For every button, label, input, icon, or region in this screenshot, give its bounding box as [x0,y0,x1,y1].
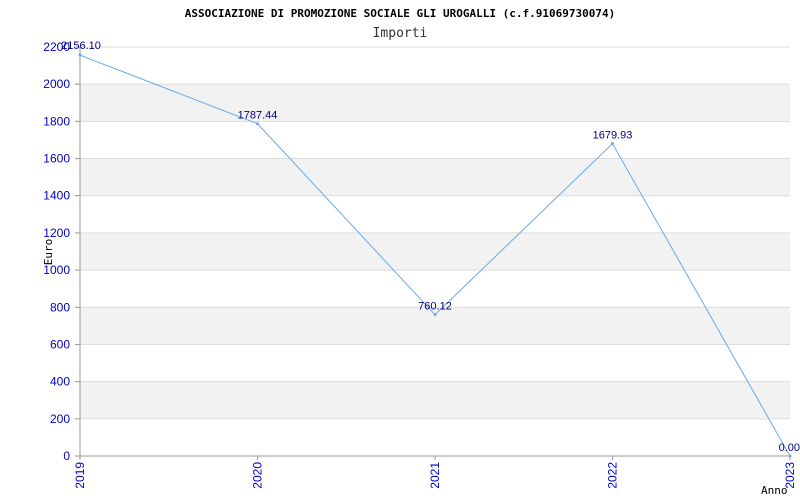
y-tick-label: 200 [50,412,70,426]
grid-band [80,307,790,345]
data-point [788,454,792,458]
data-point [78,53,82,57]
grid-band [80,158,790,196]
y-axis-label: Euro [42,239,55,266]
data-point [433,313,437,317]
x-tick-label: 2020 [251,462,265,489]
grid-band [80,121,790,159]
x-tick-label: 2019 [73,462,87,489]
line-chart: ASSOCIAZIONE DI PROMOZIONE SOCIALE GLI U… [42,7,800,497]
data-label: 1787.44 [238,110,278,122]
chart-title: ASSOCIAZIONE DI PROMOZIONE SOCIALE GLI U… [185,7,615,20]
y-tick-label: 2000 [43,77,70,91]
y-tick-label: 1800 [43,114,70,128]
y-tick-label: 0 [63,449,70,463]
x-axis-label: Anno [761,484,788,497]
y-tick-label: 1200 [43,226,70,240]
chart-subtitle: Importi [373,26,428,41]
x-axis-ticks: 2019 2020 2021 2022 2023 [73,456,797,489]
data-label: 1679.93 [593,130,633,142]
grid-band [80,84,790,122]
y-tick-label: 1400 [43,189,70,203]
grid-band [80,418,790,456]
y-tick-label: 1600 [43,152,70,166]
grid-band [80,381,790,419]
y-tick-label: 600 [50,337,70,351]
data-label: 2156.10 [61,40,101,52]
data-label: 760.12 [418,301,452,313]
x-tick-label: 2021 [428,462,442,489]
grid-band [80,344,790,382]
y-tick-label: 800 [50,300,70,314]
grid-band [80,195,790,233]
x-tick-label: 2022 [606,462,620,489]
grid-band [80,47,790,85]
grid-band [80,232,790,271]
data-point [256,122,259,126]
data-point [611,142,614,146]
y-tick-label: 400 [50,375,70,389]
plot-background [80,47,790,456]
data-label: 0.00 [779,442,800,454]
